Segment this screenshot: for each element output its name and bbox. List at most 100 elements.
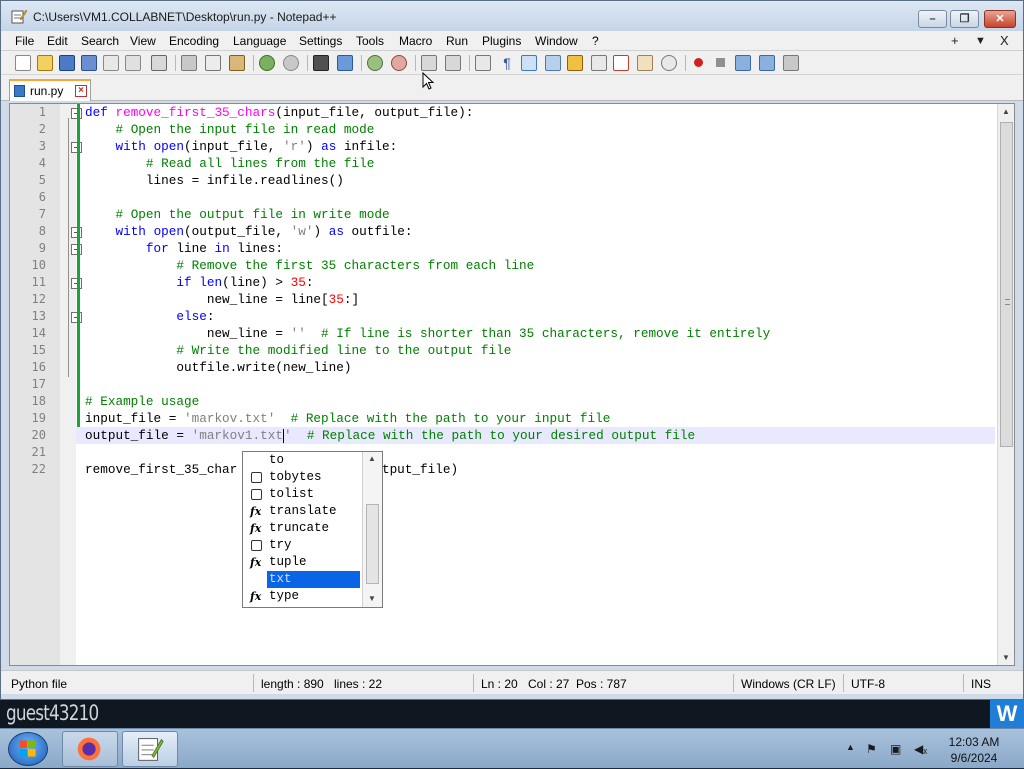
line-number: 13 <box>31 309 46 323</box>
autocomplete-item-selected[interactable]: txt <box>250 571 363 588</box>
code-text: input_file = 'markov.txt' # Replace with… <box>85 411 611 426</box>
copy-icon[interactable] <box>205 55 221 71</box>
autocomplete-item[interactable]: tolist <box>250 486 363 503</box>
status-length: length : 890 <box>261 677 324 691</box>
show-all-chars-icon[interactable]: ¶ <box>499 55 515 71</box>
menu-view[interactable]: View <box>130 34 156 48</box>
autocomplete-scrollbar[interactable]: ▲ ▼ <box>362 452 382 607</box>
indent-guide-icon[interactable] <box>521 55 537 71</box>
autocomplete-list[interactable]: to tobytes tolist fx translate fx trunca… <box>242 451 383 608</box>
close-button[interactable]: ✕ <box>984 10 1016 28</box>
minimize-button[interactable]: – <box>918 10 947 28</box>
paste-icon[interactable] <box>229 55 245 71</box>
save-icon[interactable] <box>59 55 75 71</box>
sync-vertical-icon[interactable] <box>421 55 437 71</box>
udl-icon[interactable] <box>567 55 583 71</box>
autocomplete-item[interactable]: fx truncate <box>250 520 363 537</box>
title-bar[interactable]: C:\Users\VM1.COLLABNET\Desktop\run.py - … <box>1 1 1023 31</box>
windows-logo-icon <box>19 740 36 757</box>
run-macro-multiple-icon[interactable] <box>759 55 775 71</box>
find-icon[interactable] <box>313 55 329 71</box>
undo-icon[interactable] <box>259 55 275 71</box>
menu-search[interactable]: Search <box>81 34 119 48</box>
print-icon[interactable] <box>151 55 167 71</box>
save-all-icon[interactable] <box>81 55 97 71</box>
taskbar-notepadpp[interactable] <box>122 731 178 767</box>
play-macro-icon[interactable] <box>735 55 751 71</box>
tab-list-button[interactable]: ▼ <box>975 35 986 47</box>
doc-map-icon[interactable] <box>545 55 561 71</box>
notepadpp-app-icon <box>11 9 27 24</box>
autocomplete-item[interactable]: fx tuple <box>250 554 363 571</box>
status-eol[interactable]: Windows (CR LF) <box>741 677 836 691</box>
zoom-in-icon[interactable] <box>367 55 383 71</box>
close-tab-button[interactable]: X <box>1000 33 1009 48</box>
replace-icon[interactable] <box>337 55 353 71</box>
function-icon: fx <box>250 505 262 518</box>
scroll-down-icon[interactable]: ▼ <box>368 594 376 603</box>
doc-list-icon[interactable] <box>591 55 607 71</box>
status-lines: lines : 22 <box>334 677 383 691</box>
zoom-out-icon[interactable] <box>391 55 407 71</box>
toolbar-separator <box>361 55 362 71</box>
folder-workspace-icon[interactable] <box>637 55 653 71</box>
start-button[interactable] <box>8 732 48 766</box>
line-number: 6 <box>38 190 46 204</box>
function-icon: fx <box>250 590 262 603</box>
word-wrap-icon[interactable] <box>475 55 491 71</box>
menu-language[interactable]: Language <box>233 34 286 48</box>
code-text: new_line = line[35:] <box>206 292 360 307</box>
network-icon[interactable]: ▣ <box>890 742 901 756</box>
system-clock[interactable]: 12:03 AM 9/6/2024 <box>944 734 1004 766</box>
volume-muted-icon[interactable]: ◀ₓ <box>914 742 927 756</box>
file-saved-icon <box>14 85 25 97</box>
save-macro-icon[interactable] <box>783 55 799 71</box>
monitoring-icon[interactable] <box>661 55 677 71</box>
menu-run[interactable]: Run <box>446 34 468 48</box>
action-center-flag-icon[interactable]: ⚑ <box>866 742 877 756</box>
maximize-button[interactable]: ❐ <box>950 10 979 28</box>
class-icon <box>251 489 262 500</box>
autocomplete-item[interactable]: fx type <box>250 588 363 605</box>
autocomplete-item[interactable]: fx translate <box>250 503 363 520</box>
stop-macro-icon[interactable] <box>713 55 729 71</box>
taskbar-firefox[interactable] <box>62 731 118 767</box>
autocomplete-item[interactable]: to <box>250 452 363 469</box>
menu-encoding[interactable]: Encoding <box>169 34 219 48</box>
redo-icon[interactable] <box>283 55 299 71</box>
menu-edit[interactable]: Edit <box>47 34 68 48</box>
function-list-icon[interactable] <box>613 55 629 71</box>
sync-horizontal-icon[interactable] <box>445 55 461 71</box>
scroll-down-icon[interactable]: ▼ <box>1002 653 1010 662</box>
code-line: 16 outfile.write(new_line) <box>10 359 995 376</box>
menu-settings[interactable]: Settings <box>299 34 342 48</box>
menu-window[interactable]: Window <box>535 34 578 48</box>
scroll-up-icon[interactable]: ▲ <box>368 454 376 463</box>
new-tab-button[interactable]: + <box>951 33 959 48</box>
autocomplete-item[interactable]: tobytes <box>250 469 363 486</box>
menu-file[interactable]: File <box>15 34 34 48</box>
autocomplete-item[interactable]: try <box>250 537 363 554</box>
menu-help[interactable]: ? <box>592 34 599 48</box>
code-line-active: 20 output_file = 'markov1.txt' # Replace… <box>10 427 995 444</box>
close-file-icon[interactable] <box>103 55 119 71</box>
cut-icon[interactable] <box>181 55 197 71</box>
tab-run-py[interactable]: run.py × <box>9 79 91 101</box>
record-macro-icon[interactable] <box>691 55 707 71</box>
open-file-icon[interactable] <box>37 55 53 71</box>
menu-tools[interactable]: Tools <box>356 34 384 48</box>
tab-close-icon[interactable]: × <box>75 85 87 97</box>
scroll-thumb[interactable] <box>1000 122 1013 447</box>
scroll-up-icon[interactable]: ▲ <box>1002 107 1010 116</box>
close-all-icon[interactable] <box>125 55 141 71</box>
scroll-thumb[interactable] <box>366 504 379 584</box>
vertical-scrollbar[interactable]: ▲ ▼ <box>997 104 1014 665</box>
tray-expand-icon[interactable]: ▲ <box>846 742 855 752</box>
menu-plugins[interactable]: Plugins <box>482 34 521 48</box>
status-encoding[interactable]: UTF-8 <box>851 677 885 691</box>
toolbar-separator <box>469 55 470 71</box>
menu-macro[interactable]: Macro <box>399 34 432 48</box>
desktop-logo-icon: W <box>990 700 1024 728</box>
new-file-icon[interactable] <box>15 55 31 71</box>
code-editor[interactable]: 1 def remove_first_35_chars(input_file, … <box>9 103 1015 666</box>
